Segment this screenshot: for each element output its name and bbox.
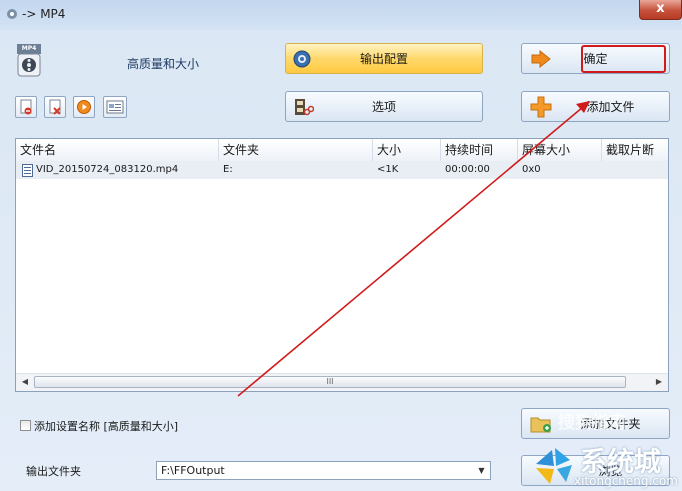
sogou-watermark: 搜狗指南 [558, 408, 626, 433]
site-logo: 系统城 xitongcheng.com [530, 438, 682, 491]
sogou-watermark-text: 搜狗指南 [558, 413, 626, 433]
converter-window: -> MP4 x MP4 高质量和大小 输出配置 选项 确定 添加文件 文件名 … [0, 0, 682, 491]
windows-logo-icon [536, 448, 572, 484]
site-url: xitongcheng.com [574, 474, 678, 488]
